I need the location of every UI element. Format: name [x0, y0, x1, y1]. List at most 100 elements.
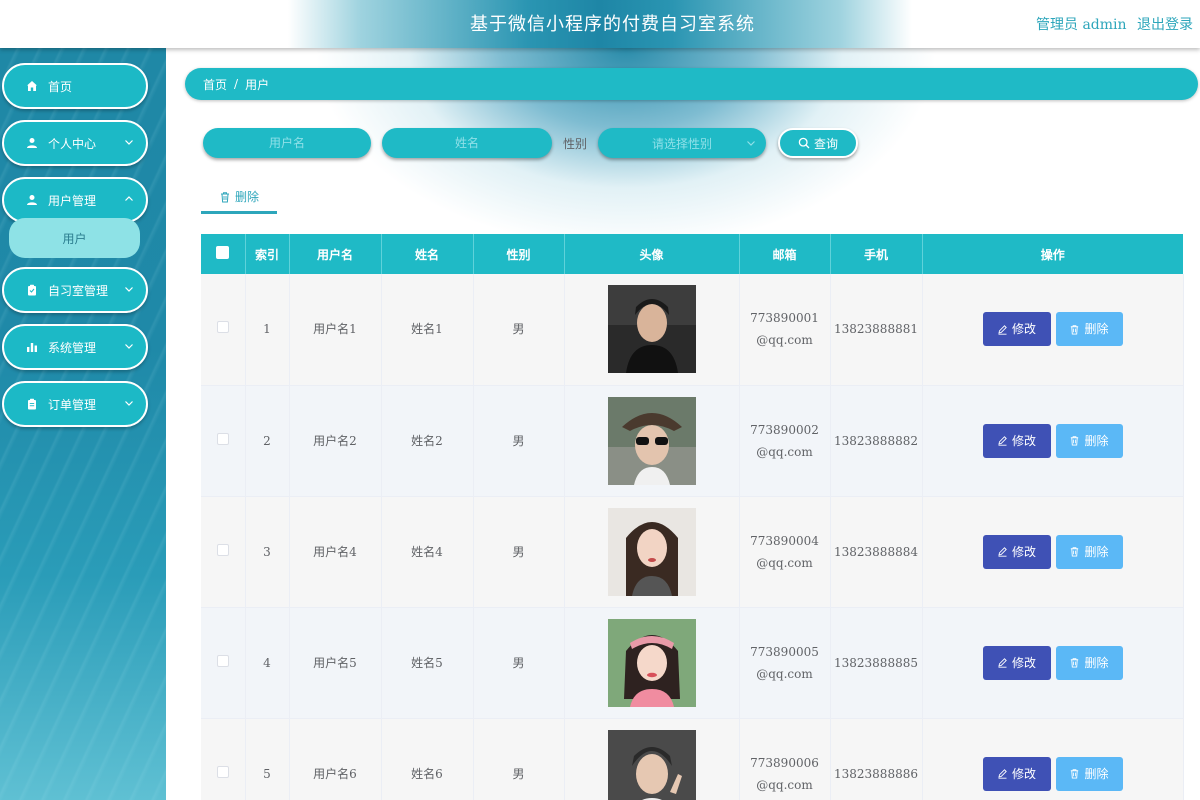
- chevron-down-icon: [125, 287, 133, 292]
- cell-gender: 男: [473, 385, 565, 497]
- sidebar-item-label: 用户管理: [48, 193, 97, 208]
- cell-avatar: [564, 607, 740, 719]
- delete-button[interactable]: 删除: [1055, 756, 1123, 791]
- column-header-avatar: 头像: [564, 234, 740, 274]
- edit-icon: [998, 658, 1007, 668]
- trash-icon: [1071, 547, 1079, 557]
- cell-email: 773890005@qq.com: [739, 607, 831, 719]
- cell-email: 773890001@qq.com: [739, 274, 831, 386]
- username-search-input[interactable]: [203, 128, 371, 158]
- column-header-actions: 操作: [922, 234, 1183, 274]
- edit-button[interactable]: 修改: [982, 312, 1051, 347]
- cell-username: 用户名1: [289, 274, 382, 386]
- edit-icon: [998, 547, 1007, 557]
- trash-icon: [1071, 436, 1079, 446]
- query-button[interactable]: 查询: [778, 128, 858, 158]
- edit-button-label: 修改: [1011, 322, 1036, 337]
- breadcrumb: 首页 / 用户: [185, 68, 1198, 100]
- trash-icon: [1071, 324, 1079, 335]
- gender-select[interactable]: 请选择性别: [598, 128, 766, 158]
- sidebar-item-home[interactable]: 首页: [2, 63, 148, 109]
- clipboard-icon: [26, 284, 38, 296]
- row-checkbox[interactable]: [201, 496, 246, 608]
- cell-index: 1: [245, 274, 290, 386]
- column-header-gender: 性别: [473, 234, 565, 274]
- name-search-input[interactable]: [382, 128, 552, 158]
- logout-link[interactable]: 退出登录: [1137, 14, 1193, 34]
- cell-actions: 修改 删除: [922, 385, 1184, 497]
- row-checkbox[interactable]: [201, 607, 246, 719]
- delete-button[interactable]: 删除: [1055, 312, 1123, 347]
- cell-avatar: [564, 718, 740, 800]
- column-header-index: 索引: [245, 234, 290, 274]
- cell-index: 5: [245, 718, 290, 800]
- avatar: [607, 396, 696, 485]
- edit-button[interactable]: 修改: [982, 423, 1051, 458]
- chevron-down-icon: [125, 401, 133, 406]
- batch-delete-button[interactable]: 删除: [201, 182, 277, 214]
- breadcrumb-current: 用户: [245, 77, 270, 92]
- trash-icon: [1071, 658, 1079, 668]
- sidebar-item-system-management[interactable]: 系统管理: [2, 324, 148, 370]
- chevron-down-icon: [747, 141, 755, 146]
- cell-avatar: [564, 385, 740, 497]
- row-checkbox[interactable]: [201, 385, 246, 497]
- edit-icon: [998, 769, 1007, 779]
- table-row: 4 用户名5 姓名5 男 773890005@qq.com 1382388888…: [201, 607, 1184, 719]
- app-title: 基于微信小程序的付费自习室系统: [470, 14, 755, 35]
- table-header-row: 索引 用户名 姓名 性别 头像 邮箱 手机 操作: [201, 234, 1183, 274]
- cell-phone: 13823888881: [830, 274, 923, 386]
- cell-actions: 修改 删除: [922, 718, 1184, 800]
- breadcrumb-home[interactable]: 首页: [203, 76, 227, 93]
- gender-label: 性别: [563, 137, 588, 151]
- edit-button-label: 修改: [1011, 544, 1036, 559]
- delete-button[interactable]: 删除: [1055, 423, 1123, 458]
- cell-actions: 修改 删除: [922, 274, 1184, 386]
- edit-button[interactable]: 修改: [982, 756, 1051, 791]
- cell-name: 姓名5: [381, 607, 474, 719]
- cell-index: 2: [245, 385, 290, 497]
- user-table: 索引 用户名 姓名 性别 头像 邮箱 手机 操作 1 用户名1 姓名1 男 77…: [201, 234, 1184, 800]
- sidebar-item-study-room-management[interactable]: 自习室管理: [2, 267, 148, 313]
- sidebar-item-order-management[interactable]: 订单管理: [2, 381, 148, 427]
- user-icon: [26, 137, 38, 149]
- edit-button-label: 修改: [1011, 433, 1036, 448]
- cell-phone: 13823888885: [830, 607, 923, 719]
- column-header-name: 姓名: [381, 234, 474, 274]
- table-row: 3 用户名4 姓名4 男 773890004@qq.com 1382388888…: [201, 496, 1184, 608]
- cell-actions: 修改 删除: [922, 607, 1184, 719]
- table-row: 2 用户名2 姓名2 男 773890002@qq.com 1382388888…: [201, 385, 1184, 497]
- cell-name: 姓名2: [381, 385, 474, 497]
- row-checkbox[interactable]: [201, 718, 246, 800]
- trash-icon: [1071, 769, 1079, 779]
- delete-button-label: 删除: [1084, 544, 1109, 559]
- sidebar-item-label: 个人中心: [48, 136, 97, 151]
- cell-username: 用户名4: [289, 496, 382, 608]
- search-icon: [798, 137, 810, 149]
- trash-icon: [220, 191, 229, 202]
- sidebar-item-label: 自习室管理: [48, 283, 109, 298]
- cell-gender: 男: [473, 607, 565, 719]
- edit-button[interactable]: 修改: [982, 534, 1051, 569]
- gender-select-placeholder: 请选择性别: [651, 136, 712, 151]
- select-all-checkbox[interactable]: [201, 234, 246, 274]
- query-button-label: 查询: [813, 136, 838, 151]
- cell-gender: 男: [473, 718, 565, 800]
- cell-gender: 男: [473, 274, 565, 386]
- delete-button[interactable]: 删除: [1055, 534, 1123, 569]
- main-content: 首页 / 用户 性别 请选择性别 查询 删除 索引 用户名 姓名: [166, 48, 1200, 800]
- row-checkbox[interactable]: [201, 274, 246, 386]
- delete-button-label: 删除: [1084, 766, 1109, 781]
- sidebar-subitem-user[interactable]: 用户: [9, 218, 140, 258]
- delete-button-label: 删除: [1084, 433, 1109, 448]
- cell-email: 773890004@qq.com: [739, 496, 831, 608]
- delete-button[interactable]: 删除: [1055, 645, 1123, 680]
- table-row: 1 用户名1 姓名1 男 773890001@qq.com 1382388888…: [201, 274, 1184, 386]
- cell-index: 4: [245, 607, 290, 719]
- sidebar: 首页 个人中心 用户管理 用户 自习室管理 系统管理 订单管理: [0, 48, 166, 800]
- chevron-down-icon: [125, 344, 133, 349]
- edit-button[interactable]: 修改: [982, 645, 1051, 680]
- sidebar-item-profile[interactable]: 个人中心: [2, 120, 148, 166]
- edit-icon: [998, 324, 1007, 335]
- sidebar-item-user-management[interactable]: 用户管理: [2, 177, 148, 223]
